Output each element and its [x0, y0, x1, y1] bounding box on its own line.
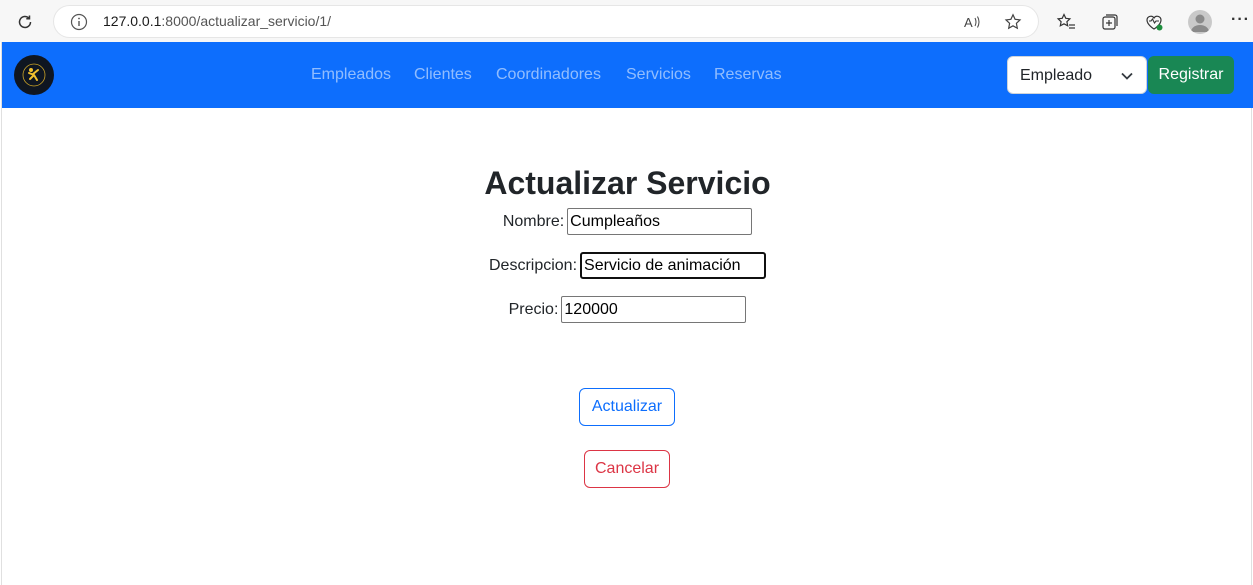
descripcion-input[interactable]	[580, 252, 767, 279]
form-row-nombre: Nombre:	[2, 208, 1253, 235]
navbar: Empleados Clientes Coordinadores Servici…	[2, 42, 1253, 108]
nav-link-clientes[interactable]: Clientes	[414, 66, 472, 84]
url-host: 127.0.0.1	[103, 13, 162, 29]
url-text[interactable]: 127.0.0.1:8000/actualizar_servicio/1/	[103, 13, 331, 29]
nav-link-reservas[interactable]: Reservas	[714, 66, 782, 84]
precio-label: Precio:	[508, 300, 559, 318]
favorite-star-icon[interactable]	[1003, 12, 1023, 32]
nombre-label: Nombre:	[502, 212, 565, 230]
actualizar-button[interactable]: Actualizar	[579, 388, 675, 426]
web-page: Empleados Clientes Coordinadores Servici…	[1, 42, 1253, 585]
read-aloud-icon[interactable]: A	[963, 12, 983, 32]
page-title: Actualizar Servicio	[484, 165, 771, 201]
more-options-icon[interactable]: ···	[1231, 11, 1250, 29]
url-path: :8000/actualizar_servicio/1/	[161, 13, 332, 29]
descripcion-label: Descripcion:	[488, 256, 578, 274]
collections-icon[interactable]	[1099, 11, 1121, 33]
reload-icon[interactable]	[13, 10, 37, 34]
nombre-input[interactable]	[567, 208, 753, 235]
role-select-value: Empleado	[1020, 67, 1093, 84]
nav-link-servicios[interactable]: Servicios	[626, 66, 691, 84]
svg-text:A: A	[964, 15, 973, 30]
nav-link-coordinadores[interactable]: Coordinadores	[496, 66, 601, 84]
browser-toolbar: 127.0.0.1:8000/actualizar_servicio/1/ A …	[0, 0, 1253, 42]
form-row-descripcion: Descripcion:	[2, 252, 1253, 279]
cancelar-button[interactable]: Cancelar	[584, 450, 670, 488]
info-icon[interactable]	[70, 13, 88, 31]
nav-link-empleados[interactable]: Empleados	[311, 66, 391, 84]
chevron-down-icon	[1120, 69, 1134, 83]
favorites-icon[interactable]	[1055, 11, 1077, 33]
profile-avatar-icon[interactable]	[1188, 10, 1212, 34]
register-button[interactable]: Registrar	[1148, 56, 1234, 94]
role-select[interactable]: Empleado	[1007, 56, 1147, 94]
browser-essentials-icon[interactable]	[1143, 11, 1165, 33]
address-bar[interactable]: 127.0.0.1:8000/actualizar_servicio/1/ A	[54, 6, 1038, 37]
precio-input[interactable]	[561, 296, 747, 323]
form-row-precio: Precio:	[2, 296, 1253, 323]
